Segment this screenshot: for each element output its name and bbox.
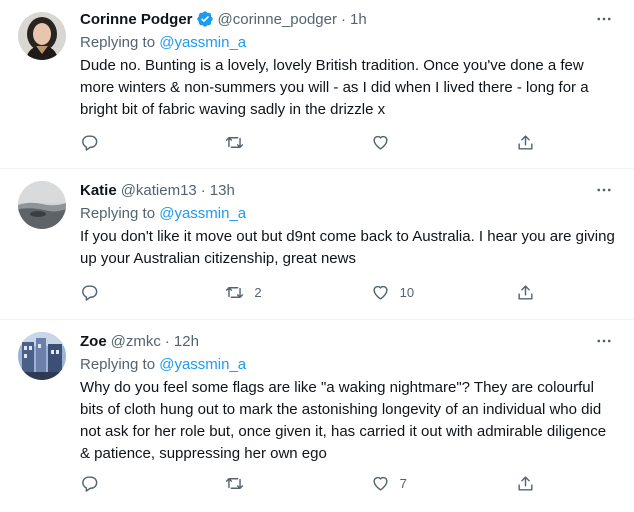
retweet-button[interactable]: 2 — [225, 283, 305, 302]
replying-to-link[interactable]: @yassmin_a — [159, 34, 246, 51]
retweet-button[interactable] — [225, 474, 305, 493]
avatar[interactable] — [18, 181, 66, 229]
replying-label: Replying to — [80, 356, 156, 373]
author-name[interactable]: Zoe — [80, 333, 107, 350]
timestamp[interactable]: 1h — [350, 11, 367, 28]
author-handle[interactable]: @corinne_podger — [218, 11, 337, 28]
like-count: 7 — [399, 476, 407, 491]
retweet-icon — [226, 137, 244, 148]
tweet-actions — [80, 133, 540, 152]
like-button[interactable]: 10 — [371, 283, 451, 302]
tweet-actions: 2 10 — [80, 283, 540, 302]
author-handle[interactable]: @zmkc — [111, 333, 161, 350]
reply-button[interactable] — [80, 283, 160, 302]
separator-dot: · — [341, 10, 346, 28]
like-count: 10 — [399, 285, 415, 300]
retweet-icon — [226, 478, 244, 489]
like-button[interactable]: 7 — [371, 474, 451, 493]
like-icon — [373, 285, 388, 300]
share-icon — [518, 285, 533, 300]
tweet-text: Dude no. Bunting is a lovely, lovely Bri… — [80, 57, 589, 118]
retweet-button[interactable] — [225, 133, 305, 152]
like-icon — [373, 476, 388, 491]
tweet-text: If you don't like it move out but d9nt c… — [80, 228, 615, 267]
tweet-zoe[interactable]: Zoe @zmkc · 12h Replying to @yassmin_a W… — [0, 320, 634, 512]
replying-to: Replying to @yassmin_a — [80, 354, 618, 376]
separator-dot: · — [200, 181, 206, 199]
reply-icon — [82, 135, 98, 151]
separator-dot: · — [164, 332, 170, 350]
like-icon — [373, 135, 388, 150]
share-button[interactable] — [516, 283, 540, 302]
more-options-icon[interactable] — [592, 179, 616, 201]
share-icon — [518, 135, 533, 150]
share-button[interactable] — [516, 133, 540, 152]
replying-to-link[interactable]: @yassmin_a — [159, 356, 246, 373]
reply-button[interactable] — [80, 133, 160, 152]
replying-label: Replying to — [80, 34, 156, 51]
reply-button[interactable] — [80, 474, 160, 493]
author-name[interactable]: Corinne Podger — [80, 11, 193, 28]
timestamp[interactable]: 12h — [174, 333, 199, 350]
tweet-corinne-podger[interactable]: Corinne Podger @corinne_podger · 1h Repl… — [0, 0, 634, 169]
replying-to-link[interactable]: @yassmin_a — [159, 205, 246, 222]
replying-to: Replying to @yassmin_a — [80, 32, 618, 54]
tweet-actions: 7 — [80, 474, 540, 493]
more-options-icon[interactable] — [592, 330, 616, 352]
like-button[interactable] — [371, 133, 451, 152]
tweet-text: Why do you feel some flags are like "a w… — [80, 379, 607, 462]
reply-icon — [82, 285, 98, 301]
author-name[interactable]: Katie — [80, 182, 117, 199]
replying-to: Replying to @yassmin_a — [80, 203, 618, 225]
verified-badge-icon — [196, 10, 214, 28]
share-icon — [518, 476, 533, 491]
author-handle[interactable]: @katiem13 — [121, 182, 197, 199]
avatar[interactable] — [18, 12, 66, 60]
avatar[interactable] — [18, 332, 66, 380]
timestamp[interactable]: 13h — [210, 182, 235, 199]
share-button[interactable] — [516, 474, 540, 493]
replying-label: Replying to — [80, 205, 156, 222]
retweet-icon — [226, 287, 244, 298]
more-options-icon[interactable] — [592, 8, 616, 30]
retweet-count: 2 — [254, 285, 262, 300]
reply-icon — [82, 476, 98, 492]
tweet-katie[interactable]: Katie @katiem13 · 13h Replying to @yassm… — [0, 169, 634, 320]
